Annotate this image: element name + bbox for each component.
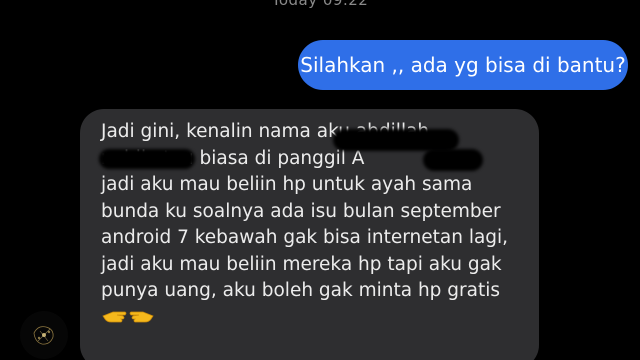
message-line: bunda ku soalnya ada isu bulan september — [101, 200, 501, 222]
message-line: jadi aku mau beliin mereka hp tapi aku g… — [101, 253, 502, 275]
message-line: Jadi gini, kenalin nama aku abdillah — [101, 121, 430, 142]
message-timestamp: Today 09.22 — [271, 0, 369, 9]
message-line: punya uang, aku boleh gak minta hp grati… — [101, 280, 501, 301]
message-line: android 7 kebawah gak bisa internetan la… — [101, 227, 509, 248]
message-line: jadi aku mau beliin hp untuk ayah sama — [101, 174, 473, 195]
pointing-hand-right-icon — [129, 311, 154, 322]
avatar[interactable] — [20, 311, 68, 359]
pointing-hand-left-icon — [102, 311, 127, 322]
avatar-image — [20, 311, 68, 359]
chat-screen: Today 09.22 Silahkan ,, ada yg bisa di b… — [0, 0, 640, 360]
outgoing-message-bubble[interactable]: Silahkan ,, ada yg bisa di bantu? — [298, 40, 628, 90]
incoming-message-text: Jadi gini, kenalin nama aku abdillah nab… — [99, 119, 525, 325]
redaction-mark — [99, 149, 195, 169]
emoji-row — [101, 307, 525, 325]
incoming-message-bubble[interactable]: Jadi gini, kenalin nama aku abdillah nab… — [80, 109, 539, 360]
redaction-mark — [333, 129, 459, 151]
outgoing-message-text: Silahkan ,, ada yg bisa di bantu? — [300, 53, 626, 77]
redaction-mark — [423, 149, 483, 171]
